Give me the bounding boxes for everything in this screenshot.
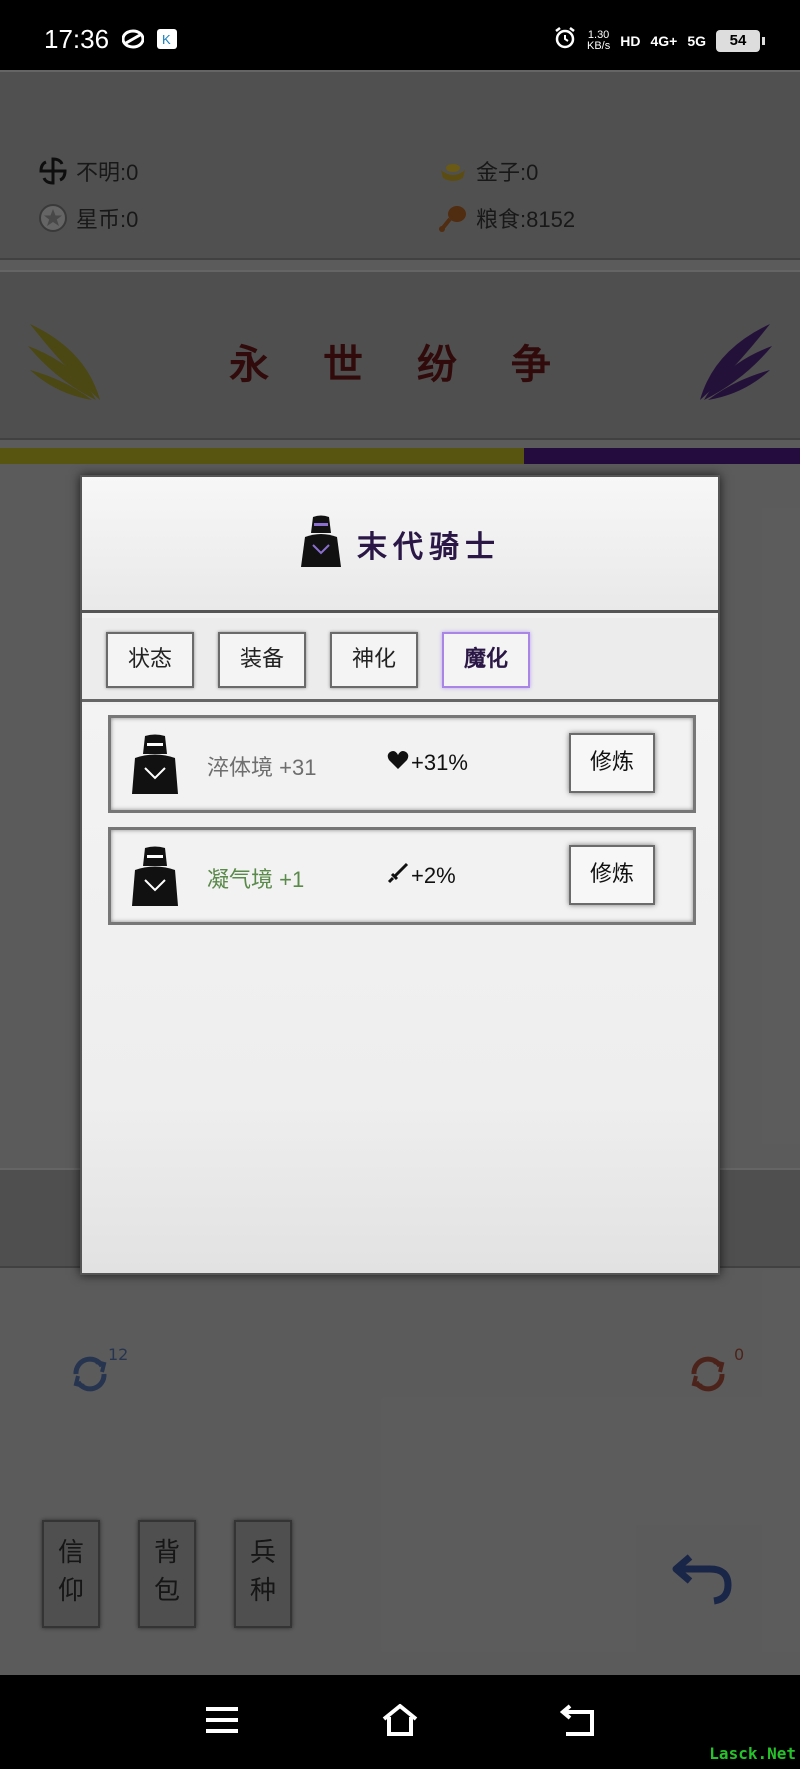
tab-equipment[interactable]: 装备 [218, 632, 306, 688]
knight-icon [131, 734, 179, 800]
home-icon[interactable] [380, 1703, 420, 1741]
svg-text:K: K [162, 32, 171, 47]
knight-icon [299, 515, 343, 573]
tab-demonize[interactable]: 魔化 [442, 632, 530, 688]
clock: 17:36 [44, 24, 110, 54]
cultivation-row: 淬体境 +31 +31% 修炼 [108, 715, 696, 813]
alarm-icon [553, 26, 577, 55]
heart-icon [387, 750, 409, 776]
tab-deify[interactable]: 神化 [330, 632, 418, 688]
hp-bonus: +31% [387, 750, 468, 776]
tab-status[interactable]: 状态 [106, 632, 194, 688]
battery-indicator: 54 [716, 29, 765, 52]
knight-icon [131, 846, 179, 912]
realm-label: 凝气境 +1 [207, 867, 305, 892]
modal-header: 末代骑士 [82, 477, 718, 613]
train-button[interactable]: 修炼 [569, 733, 655, 793]
modal-body: 淬体境 +31 +31% 修炼 凝气境 +1 +2% 修炼 [82, 705, 718, 1273]
tab-bar: 状态 装备 神化 魔化 [82, 618, 718, 702]
cultivation-row: 凝气境 +1 +2% 修炼 [108, 827, 696, 925]
signal-4g-indicator: 4G+ [650, 32, 678, 49]
sword-icon [387, 862, 409, 890]
unit-name: 末代骑士 [357, 529, 501, 565]
net-speed: 1.30 KB/s [586, 28, 611, 52]
back-icon[interactable] [559, 1703, 596, 1741]
signal-5g-indicator: 5G [687, 32, 706, 49]
realm-label: 淬体境 +31 [207, 755, 317, 780]
watermark: Lasck.Net [709, 1744, 796, 1763]
hd-indicator: HD [620, 32, 641, 49]
unit-detail-modal: 末代骑士 状态 装备 神化 魔化 淬体境 +31 +31% 修炼 凝气境 +1 [80, 475, 720, 1275]
attack-bonus: +2% [387, 862, 456, 890]
train-button[interactable]: 修炼 [569, 845, 655, 905]
status-bar: 17:36 K 1.30 KB/s HD 4G+ 5G 54 [0, 0, 800, 70]
system-nav-bar: Lasck.Net [0, 1675, 800, 1769]
menu-icon[interactable] [204, 1705, 240, 1739]
k-app-icon: K [156, 28, 178, 54]
app-notification-icon [121, 28, 145, 54]
status-indicators: 1.30 KB/s HD 4G+ 5G 54 [553, 26, 765, 55]
